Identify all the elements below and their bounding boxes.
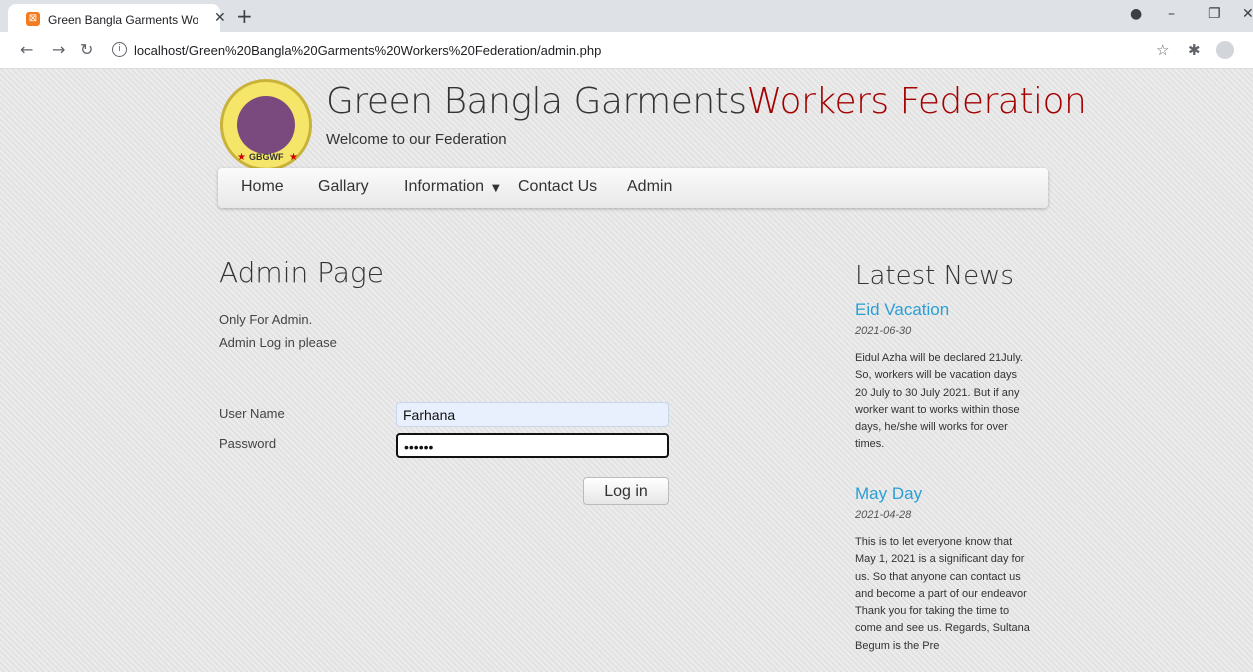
close-tab-icon[interactable]: ✕ — [214, 10, 226, 26]
close-window-icon[interactable]: ✕ — [1242, 6, 1253, 22]
address-bar[interactable]: localhost/Green%20Bangla%20Garments%20Wo… — [134, 43, 601, 58]
site-title-main: Green Bangla Garments — [326, 81, 747, 122]
red-star-icon: ★ — [237, 152, 246, 163]
nav-contact[interactable]: Contact Us — [518, 178, 597, 196]
xampp-favicon-icon: ⊠ — [26, 12, 40, 26]
federation-logo[interactable]: GBGWF ★ ★ — [220, 79, 312, 171]
news-date: 2021-06-30 — [855, 325, 912, 337]
main-navbar: Home Gallary Information ▼ Contact Us Adm… — [218, 168, 1048, 208]
admin-heading: Admin Page — [219, 256, 384, 289]
news-body: This is to let everyone know that May 1,… — [855, 536, 1030, 652]
minimize-icon[interactable]: – — [1168, 6, 1175, 22]
news-heading: Latest News — [855, 261, 1014, 291]
nav-information-label: Information — [404, 178, 485, 195]
reload-icon[interactable]: ↻ — [80, 40, 93, 59]
bookmark-star-icon[interactable]: ☆ — [1156, 41, 1169, 59]
caret-down-icon: ▼ — [492, 183, 500, 194]
tab-title: Green Bangla Garments Workers — [48, 13, 198, 27]
forward-icon[interactable]: → — [52, 40, 65, 59]
site-info-icon[interactable]: i — [112, 42, 127, 57]
nav-gallary[interactable]: Gallary — [318, 178, 369, 196]
admin-note-2: Admin Log in please — [219, 335, 337, 350]
news-date: 2021-04-28 — [855, 509, 912, 521]
restore-icon[interactable]: ❐ — [1208, 6, 1221, 22]
red-star-icon: ★ — [289, 152, 298, 163]
site-title-accent: Workers Federation — [746, 81, 1087, 122]
logo-text: GBGWF — [249, 152, 284, 162]
news-body: Eidul Azha will be declared 21July. So, … — [855, 352, 1023, 451]
logo-emblem — [237, 96, 295, 154]
account-avatar-icon[interactable] — [1216, 41, 1234, 59]
back-icon[interactable]: ← — [20, 40, 33, 59]
login-button[interactable]: Log in — [583, 477, 669, 505]
nav-information[interactable]: Information ▼ — [404, 178, 500, 196]
new-tab-icon[interactable]: + — [236, 4, 253, 28]
nav-admin[interactable]: Admin — [627, 178, 672, 196]
news-title[interactable]: May Day — [855, 484, 922, 504]
news-title[interactable]: Eid Vacation — [855, 300, 949, 320]
page-body: GBGWF ★ ★ Green Bangla GarmentsWorkers F… — [0, 69, 1253, 672]
password-label: Password — [219, 436, 277, 451]
site-tagline: Welcome to our Federation — [326, 131, 507, 148]
username-label: User Name — [219, 406, 285, 421]
site-title: Green Bangla GarmentsWorkers Federation — [326, 81, 1087, 122]
profile-indicator-icon[interactable]: ● — [1130, 6, 1142, 22]
browser-tabbar: ⊠ Green Bangla Garments Workers ✕ + ● – … — [0, 0, 1253, 32]
extensions-puzzle-icon[interactable]: ✱ — [1188, 41, 1201, 59]
username-input[interactable]: Farhana — [396, 402, 669, 427]
password-input[interactable]: •••••• — [396, 433, 669, 458]
nav-home[interactable]: Home — [241, 178, 284, 196]
browser-toolbar: ← → ↻ i localhost/Green%20Bangla%20Garme… — [0, 32, 1253, 69]
admin-note-1: Only For Admin. — [219, 312, 313, 327]
browser-tab[interactable]: ⊠ Green Bangla Garments Workers ✕ — [8, 4, 226, 32]
